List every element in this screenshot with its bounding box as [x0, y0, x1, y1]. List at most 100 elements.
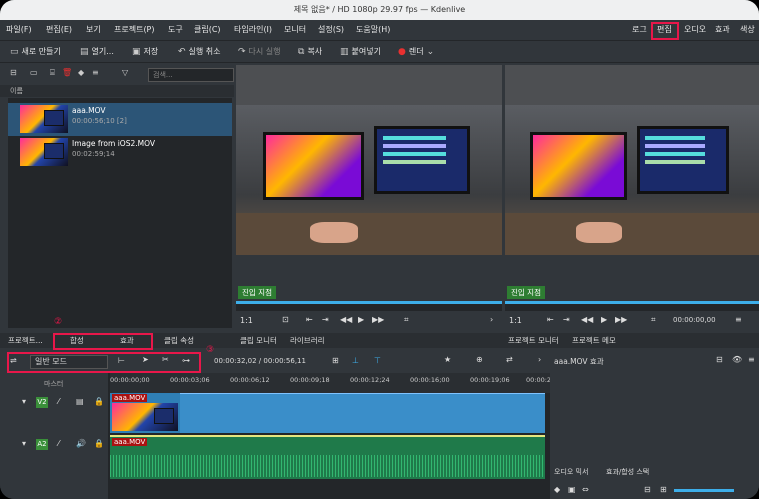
track-badge[interactable]: V2 — [36, 397, 48, 408]
edit-icon[interactable]: ⌸ — [50, 68, 55, 78]
project-monitor-video[interactable] — [505, 65, 759, 255]
open-button[interactable]: ▤ 열기... — [80, 46, 114, 57]
marker-icon[interactable]: ◆ — [554, 485, 560, 494]
chevron-right-icon[interactable]: › — [538, 355, 541, 364]
save-button[interactable]: ▣ 저장 — [132, 46, 158, 57]
zoom-select[interactable]: 1:1 — [509, 316, 522, 325]
entry-point-label: 진입 지점 — [238, 286, 276, 299]
menu-edit[interactable]: 편집(E) — [46, 24, 72, 35]
list-item[interactable]: Image from iOS2.MOV 00:02:59;14 — [8, 136, 232, 169]
undo-button[interactable]: ↶ 실행 취소 — [178, 46, 221, 57]
forward-icon[interactable]: ▶▶ — [372, 315, 384, 324]
film-icon[interactable]: ▤ — [76, 397, 84, 406]
insert-icon[interactable]: ⊥ — [352, 356, 359, 365]
set-in-icon[interactable]: ⇤ — [547, 315, 554, 324]
clip-monitor-controls: 1:1 ⊡ ⇤ ⇥ ◀◀ ▶ ▶▶ ⌗ › — [236, 312, 502, 330]
chevron-right-icon[interactable]: › — [490, 315, 493, 324]
menu-icon[interactable]: ≡ — [735, 315, 742, 324]
effect-icon[interactable]: ⁄ — [58, 397, 59, 406]
compare-icon[interactable]: ⊟ — [716, 355, 723, 364]
collapse-icon[interactable]: ▾ — [22, 397, 26, 406]
overwrite-icon[interactable]: ⊤ — [374, 356, 381, 365]
tab-clip-monitor[interactable]: 클립 모니터 — [240, 335, 277, 346]
clip-monitor-video[interactable] — [236, 65, 502, 255]
timeline-ruler[interactable]: 00:00:00;00 00:00:03;06 00:00:06;12 00:0… — [110, 373, 566, 393]
tab-library[interactable]: 라이브러리 — [290, 335, 325, 346]
lock-icon[interactable]: 🔒 — [94, 397, 104, 406]
menu-monitor[interactable]: 모니터 — [284, 24, 306, 35]
tab-clip-properties[interactable]: 클립 속성 — [164, 335, 194, 346]
track-headers: 마스터 ▾ V2 ⁄ ▤ 🔒 ▾ A2 ⁄ 🔊 🔒 — [0, 373, 108, 499]
rewind-icon[interactable]: ◀◀ — [581, 315, 593, 324]
workspace-audio[interactable]: 오디오 — [684, 24, 706, 35]
set-in-icon[interactable]: ⇤ — [306, 315, 313, 324]
bin-toolbar: ⊟ ▭ ⌸ 🗑 ◆ ≡ ▽ 검색... — [4, 65, 234, 83]
snap-icon[interactable]: ⊕ — [476, 355, 483, 364]
new-button[interactable]: ▭ 새로 만들기 — [10, 46, 61, 57]
fit-icon[interactable]: ⇔ — [582, 485, 589, 494]
project-monitor-controls: 1:1 ⇤ ⇥ ◀◀ ▶ ▶▶ ⌗ 00:00:00,00 ≡ — [505, 312, 759, 330]
render-button[interactable]: ● 렌더 ⌄ — [398, 46, 434, 57]
tag-icon[interactable]: ◆ — [78, 68, 84, 77]
set-out-icon[interactable]: ⇥ — [563, 315, 570, 324]
filter-icon[interactable]: ▽ — [122, 68, 128, 77]
rewind-icon[interactable]: ◀◀ — [340, 315, 352, 324]
crop-icon[interactable]: ⌗ — [404, 315, 409, 325]
swap-icon[interactable]: ⇄ — [506, 355, 513, 364]
crop-icon[interactable]: ⌗ — [651, 315, 656, 325]
zoom-slider[interactable] — [674, 489, 734, 492]
project-monitor-ruler[interactable] — [505, 301, 759, 311]
zoom-select[interactable]: 1:1 — [240, 316, 253, 325]
menu-project[interactable]: 프로젝트(P) — [114, 24, 155, 35]
effect-icon[interactable]: ⁄ — [58, 439, 59, 448]
collapse-icon[interactable]: ▾ — [22, 439, 26, 448]
clip-monitor-ruler[interactable] — [236, 301, 502, 311]
list-view-icon[interactable]: ≡ — [92, 68, 99, 77]
workspace-color[interactable]: 색상 — [740, 24, 755, 35]
track-badge[interactable]: A2 — [36, 439, 48, 450]
eye-icon[interactable]: 👁 — [732, 355, 742, 364]
list-item[interactable]: aaa.MOV 00:00:56;10 [2] — [8, 103, 232, 136]
tab-audio-mixer[interactable]: 오디오 믹서 — [554, 467, 588, 477]
copy-button[interactable]: ⧉ 복사 — [298, 46, 322, 57]
tab-project-notes[interactable]: 프로젝트 메모 — [572, 335, 616, 346]
play-icon[interactable]: ▶ — [601, 315, 607, 324]
tab-effect-stack[interactable]: 효과/합성 스택 — [606, 467, 649, 477]
paste-button[interactable]: ▥ 붙여넣기 — [340, 46, 381, 57]
delete-icon[interactable]: 🗑 — [62, 68, 72, 77]
audio-clip[interactable]: aaa.MOV — [110, 435, 545, 479]
add-clip-icon[interactable]: ⊟ — [10, 68, 17, 77]
mid-dock-tabs: 클립 모니터 라이브러리 — [236, 333, 550, 348]
lock-icon[interactable]: 🔒 — [94, 439, 104, 448]
title-bar: 제목 없음* / HD 1080p 29.97 fps — Kdenlive — [0, 0, 759, 20]
menu-view[interactable]: 보기 — [86, 24, 101, 35]
menu-icon[interactable]: ≡ — [748, 355, 755, 364]
workspace-logging[interactable]: 로그 — [632, 24, 647, 35]
menu-help[interactable]: 도움말(H) — [356, 24, 390, 35]
workspace-effects[interactable]: 효과 — [715, 24, 730, 35]
tab-project[interactable]: 프로젝트... — [8, 335, 43, 346]
redo-button[interactable]: ↷ 다시 실행 — [238, 46, 281, 57]
bin-search-input[interactable]: 검색... — [148, 68, 234, 82]
menu-timeline[interactable]: 타임라인(I) — [234, 24, 272, 35]
chevron-down-icon: ⌄ — [426, 46, 435, 57]
film-icon[interactable]: ▣ — [568, 485, 576, 494]
bin-column-header: 이름 — [0, 85, 234, 97]
menu-settings[interactable]: 설정(S) — [318, 24, 344, 35]
timecode-display[interactable]: 00:00:00,00 — [673, 316, 716, 324]
zoom-in-icon[interactable]: ⊞ — [660, 485, 667, 494]
fullscreen-icon[interactable]: ⊡ — [282, 315, 289, 324]
tab-project-monitor[interactable]: 프로젝트 모니터 — [508, 335, 559, 346]
set-out-icon[interactable]: ⇥ — [322, 315, 329, 324]
split-audio-icon[interactable]: ⊞ — [332, 356, 339, 365]
favorite-icon[interactable]: ★ — [444, 355, 451, 364]
speaker-icon[interactable]: 🔊 — [76, 439, 86, 448]
menu-tools[interactable]: 도구 — [168, 24, 183, 35]
menu-file[interactable]: 파일(F) — [6, 24, 32, 35]
folder-icon[interactable]: ▭ — [30, 68, 38, 77]
annotation-box-1 — [651, 22, 679, 40]
play-icon[interactable]: ▶ — [358, 315, 364, 324]
zoom-out-icon[interactable]: ⊟ — [644, 485, 651, 494]
menu-clip[interactable]: 클립(C) — [194, 24, 221, 35]
forward-icon[interactable]: ▶▶ — [615, 315, 627, 324]
